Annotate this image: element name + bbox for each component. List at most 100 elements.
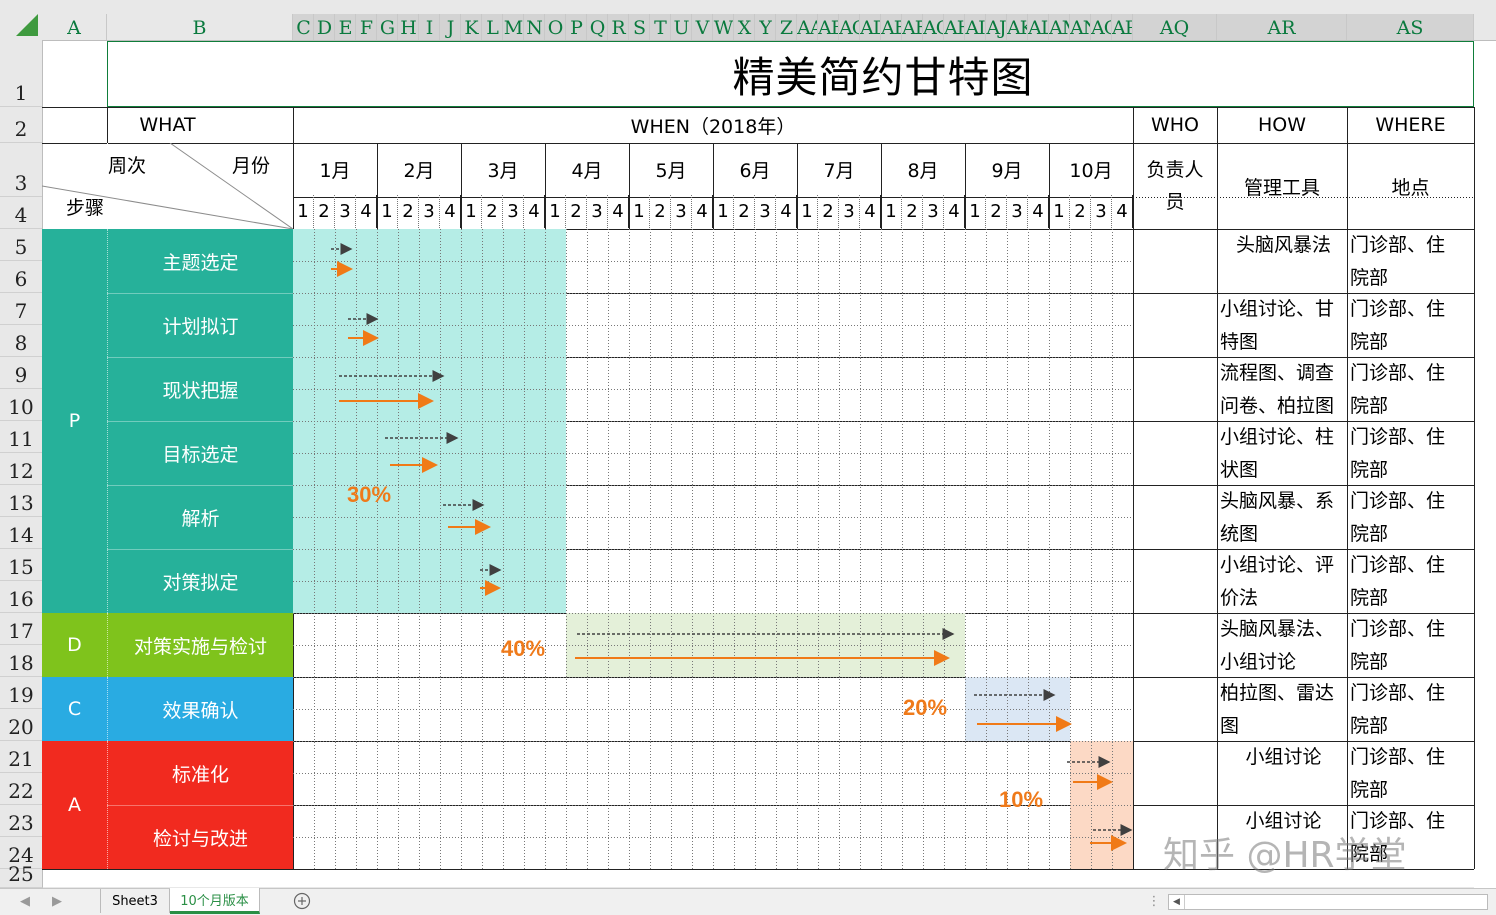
week-header[interactable]: 3 — [503, 195, 524, 228]
column-header-as[interactable]: AS — [1347, 14, 1474, 40]
row-header-1[interactable]: 1 — [0, 40, 42, 107]
row-header-18[interactable]: 18 — [0, 645, 42, 677]
month-header-6[interactable]: 6月 — [713, 143, 797, 195]
week-header[interactable]: 2 — [818, 195, 839, 228]
column-header-v[interactable]: V — [692, 14, 713, 40]
how-cell-1[interactable]: 头脑风暴法 — [1217, 229, 1347, 293]
week-header[interactable]: 1 — [293, 195, 314, 228]
where-cell-7[interactable]: 门诊部、住 院部 — [1347, 613, 1474, 677]
where-cell-1[interactable]: 门诊部、住 院部 — [1347, 229, 1474, 293]
month-header-1[interactable]: 1月 — [293, 143, 377, 195]
week-header[interactable]: 3 — [419, 195, 440, 228]
row-header-11[interactable]: 11 — [0, 421, 42, 453]
column-header-w[interactable]: W — [713, 14, 734, 40]
column-header-al[interactable]: AL — [1028, 14, 1049, 40]
what-header[interactable]: WHAT — [42, 107, 293, 143]
week-header[interactable]: 4 — [776, 195, 797, 228]
row-header-10[interactable]: 10 — [0, 389, 42, 421]
column-header-ao[interactable]: AO — [1091, 14, 1112, 40]
row-header-6[interactable]: 6 — [0, 261, 42, 293]
when-header[interactable]: WHEN（2018年） — [293, 107, 1133, 143]
column-header-i[interactable]: I — [419, 14, 440, 40]
where-cell-5[interactable]: 门诊部、住 院部 — [1347, 485, 1474, 549]
column-header-q[interactable]: Q — [587, 14, 608, 40]
column-header-am[interactable]: AM — [1049, 14, 1070, 40]
where-cell-8[interactable]: 门诊部、住 院部 — [1347, 677, 1474, 741]
how-cell-4[interactable]: 小组讨论、柱 状图 — [1217, 421, 1347, 485]
row-header-5[interactable]: 5 — [0, 229, 42, 261]
row-header-13[interactable]: 13 — [0, 485, 42, 517]
task-8[interactable]: 效果确认 — [107, 677, 293, 741]
scroll-left-arrow-icon[interactable]: ◀ — [1169, 895, 1185, 909]
how-cell-7[interactable]: 头脑风暴法、 小组讨论 — [1217, 613, 1347, 677]
week-header[interactable]: 2 — [398, 195, 419, 228]
row-header-16[interactable]: 16 — [0, 581, 42, 613]
who-header[interactable]: WHO — [1133, 107, 1217, 143]
row-header-25[interactable]: 25 — [0, 862, 42, 888]
task-7[interactable]: 对策实施与检讨 — [107, 613, 293, 677]
task-10[interactable]: 检讨与改进 — [107, 805, 293, 869]
week-header[interactable]: 4 — [524, 195, 545, 228]
column-header-af[interactable]: AF — [902, 14, 923, 40]
task-3[interactable]: 现状把握 — [107, 357, 293, 421]
column-header-a[interactable]: A — [42, 14, 107, 40]
row-header-2[interactable]: 2 — [0, 107, 42, 143]
row-header-3[interactable]: 3 — [0, 143, 42, 197]
column-header-j[interactable]: J — [440, 14, 461, 40]
week-header[interactable]: 3 — [755, 195, 776, 228]
week-header[interactable]: 2 — [986, 195, 1007, 228]
phase-d[interactable]: D — [42, 613, 107, 677]
column-header-o[interactable]: O — [545, 14, 566, 40]
how-cell-6[interactable]: 小组讨论、评 价法 — [1217, 549, 1347, 613]
row-header-8[interactable]: 8 — [0, 325, 42, 357]
column-header-ah[interactable]: AH — [944, 14, 965, 40]
where-cell-3[interactable]: 门诊部、住 院部 — [1347, 357, 1474, 421]
where-cell-2[interactable]: 门诊部、住 院部 — [1347, 293, 1474, 357]
week-header[interactable]: 4 — [860, 195, 881, 228]
how-header[interactable]: HOW — [1217, 107, 1347, 143]
column-header-s[interactable]: S — [629, 14, 650, 40]
column-header-h[interactable]: H — [398, 14, 419, 40]
row-header-23[interactable]: 23 — [0, 805, 42, 837]
week-header[interactable]: 4 — [1112, 195, 1133, 228]
how-cell-3[interactable]: 流程图、调查 问卷、柏拉图 — [1217, 357, 1347, 421]
task-4[interactable]: 目标选定 — [107, 421, 293, 485]
week-header[interactable]: 4 — [608, 195, 629, 228]
column-header-p[interactable]: P — [566, 14, 587, 40]
row-header-22[interactable]: 22 — [0, 773, 42, 805]
task-5[interactable]: 解析 — [107, 485, 293, 549]
column-header-aa[interactable]: AA — [797, 14, 818, 40]
month-header-4[interactable]: 4月 — [545, 143, 629, 195]
row-header-4[interactable]: 4 — [0, 197, 42, 229]
row-header-17[interactable]: 17 — [0, 613, 42, 645]
phase-c[interactable]: C — [42, 677, 107, 741]
column-header-t[interactable]: T — [650, 14, 671, 40]
column-header-ae[interactable]: AE — [881, 14, 902, 40]
horizontal-scrollbar[interactable]: ◀ — [1168, 894, 1488, 910]
column-header-g[interactable]: G — [377, 14, 398, 40]
tab-split-handle[interactable]: ⋮ — [1148, 889, 1161, 913]
week-header[interactable]: 3 — [1091, 195, 1112, 228]
column-header-k[interactable]: K — [461, 14, 482, 40]
column-header-x[interactable]: X — [734, 14, 755, 40]
column-header-aj[interactable]: AJ — [986, 14, 1007, 40]
column-header-ak[interactable]: AK — [1007, 14, 1028, 40]
week-header[interactable]: 4 — [1028, 195, 1049, 228]
row-header-12[interactable]: 12 — [0, 453, 42, 485]
where-header[interactable]: WHERE — [1347, 107, 1474, 143]
row-header-15[interactable]: 15 — [0, 549, 42, 581]
column-header-y[interactable]: Y — [755, 14, 776, 40]
scroll-tabs-left-button[interactable]: ◀ — [14, 889, 36, 913]
column-header-ac[interactable]: AC — [839, 14, 860, 40]
month-header-5[interactable]: 5月 — [629, 143, 713, 195]
column-header-ar[interactable]: AR — [1217, 14, 1347, 40]
month-header-8[interactable]: 8月 — [881, 143, 965, 195]
week-header[interactable]: 4 — [356, 195, 377, 228]
how-cell-9[interactable]: 小组讨论 — [1217, 741, 1347, 805]
title-cell[interactable]: 精美简约甘特图 — [293, 41, 1474, 107]
week-header[interactable]: 3 — [923, 195, 944, 228]
where-cell-4[interactable]: 门诊部、住 院部 — [1347, 421, 1474, 485]
how-cell-5[interactable]: 头脑风暴、系 统图 — [1217, 485, 1347, 549]
how-cell-2[interactable]: 小组讨论、甘 特图 — [1217, 293, 1347, 357]
week-header[interactable]: 1 — [545, 195, 566, 228]
